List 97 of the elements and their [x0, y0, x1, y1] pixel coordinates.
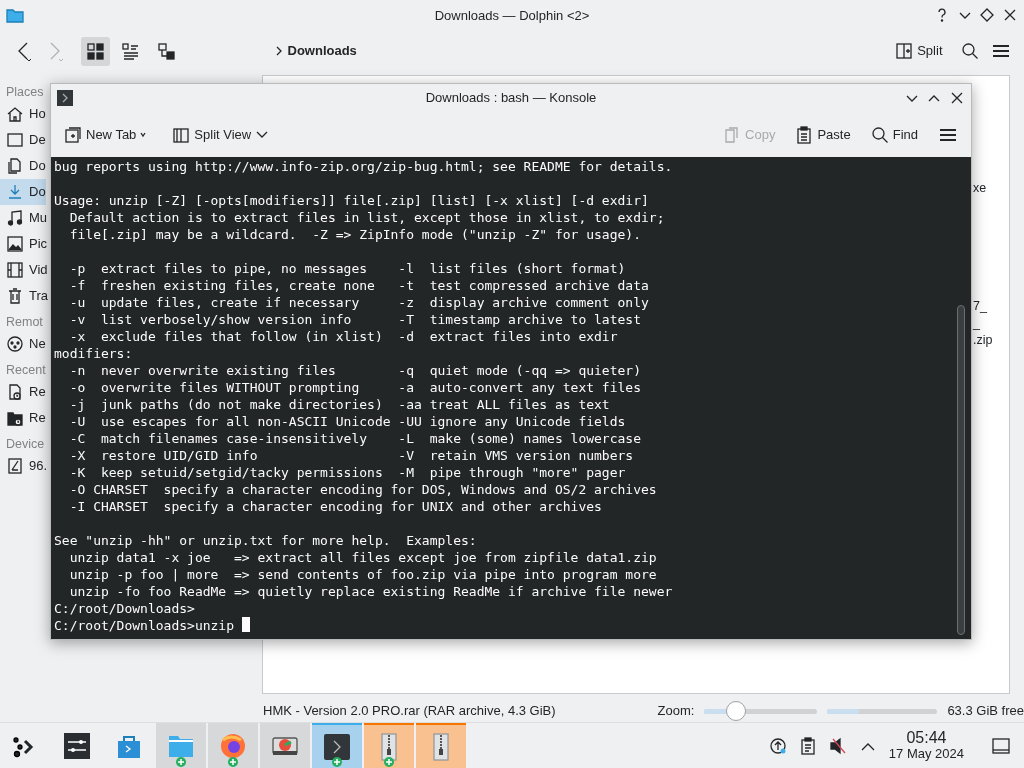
terminal-line: See "unzip -hh" or unzip.txt for more help. Examples: — [54, 532, 478, 549]
terminal-line: Usage: unzip [-Z] [-opts[modifiers]] file[.zip] [list] [-x xlist] [-d exdir] — [54, 192, 650, 209]
menu-icon — [991, 42, 1011, 60]
sidebar-item[interactable]: Pic — [0, 231, 48, 257]
icons-view-icon — [85, 41, 105, 61]
sidebar-item[interactable]: Re — [0, 379, 46, 405]
file-name: 7_ — [973, 298, 987, 315]
sidebar-item[interactable]: Mu — [0, 205, 48, 231]
section-heading: Recent — [5, 362, 47, 379]
taskbar-item[interactable] — [260, 723, 310, 768]
file-name: xe — [973, 180, 987, 197]
desktop-icon — [6, 131, 24, 149]
new-tab-button[interactable]: New Tab — [61, 121, 150, 148]
file-name: .zip — [973, 332, 993, 349]
terminal-line: modifiers: — [54, 345, 134, 362]
find-button[interactable]: Find — [867, 121, 921, 148]
section-heading: Device — [5, 436, 46, 453]
split-button[interactable]: Split — [892, 38, 946, 64]
terminal-line: C:/root/Downloads> — [54, 600, 196, 617]
sidebar-item[interactable]: Tra — [0, 283, 49, 309]
slider-handle[interactable] — [725, 701, 746, 721]
zoom-slider[interactable] — [704, 701, 817, 721]
scrollbar[interactable] — [957, 305, 965, 635]
network-icon — [6, 335, 24, 353]
status-text: HMK - Version 2.0 PRO.rar (RAR archive, 4.3 GiB) — [263, 702, 556, 721]
trash-icon — [6, 287, 24, 305]
sidebar-item[interactable]: Do — [0, 179, 46, 205]
sidebar-item[interactable]: Re — [0, 405, 46, 431]
muted-speaker-icon[interactable] — [828, 736, 847, 755]
terminal-line: file[.zip] may be a wildcard. -Z => ZipInfo mode ("unzip -Z" for usage). — [68, 226, 642, 243]
terminal-line: -C match filenames case-insensitively -L make (some) names lowercase — [68, 430, 642, 447]
terminal-line: -x exclude files that follow (in xlist) -d extract files into exdir — [68, 328, 619, 345]
dropdown-icon — [140, 131, 147, 138]
terminal-line: -f freshen existing files, create none -t test compressed archive data — [68, 277, 650, 294]
music-icon — [6, 209, 24, 227]
window-title: Downloads — Dolphin <2> — [434, 7, 590, 25]
breadcrumb-button[interactable]: Downloads — [270, 38, 360, 64]
zoom-label: Zoom: — [657, 702, 695, 721]
search-icon — [961, 42, 979, 60]
sidebar-item[interactable]: Vid — [0, 257, 48, 283]
split-view-icon — [172, 125, 191, 144]
sliders-icon — [63, 731, 91, 760]
terminal-line: -I CHARSET specify a character encoding for UNIX and other archives — [68, 498, 603, 515]
documents-icon — [6, 157, 24, 175]
clock[interactable]: 05:44 17 May 2024 — [888, 730, 964, 761]
terminal-line: -u update files, create if necessary -z display archive comment only — [68, 294, 650, 311]
sidebar-item[interactable]: De — [0, 127, 46, 153]
taskbar-item[interactable] — [312, 723, 362, 768]
paste-button[interactable]: Paste — [792, 121, 854, 148]
update-icon[interactable] — [768, 736, 787, 755]
recent-folder-icon — [6, 409, 24, 427]
drive-icon — [6, 457, 24, 475]
terminal-line: unzip -p foo | more => send contents of foo.zip via pipe into program more — [68, 566, 658, 583]
maximize-icon[interactable] — [979, 7, 995, 23]
chevron-down-icon — [255, 129, 270, 140]
terminal-line: -K keep setuid/setgid/tacky permissions -M pipe through "more" pager — [68, 464, 627, 481]
globe-icon — [219, 731, 247, 760]
sidebar-item[interactable]: 96. — [0, 453, 48, 479]
recent-file-icon — [6, 383, 24, 401]
compact-view-icon — [156, 41, 176, 61]
sidebar-item[interactable]: Ho — [0, 101, 46, 127]
sidebar-item[interactable]: Ne — [0, 331, 46, 357]
terminal-line: C:/root/Downloads>unzip — [54, 617, 971, 634]
section-heading: Places — [5, 84, 45, 101]
clipboard-icon[interactable] — [799, 736, 816, 755]
terminal-line: unzip data1 -x joe => extract all files except joe from zipfile data1.zip — [68, 549, 658, 566]
home-icon — [6, 105, 24, 123]
terminal-line: Default action is to extract files in list, except those in xlist, to exdir; — [68, 209, 666, 226]
terminal-icon — [57, 90, 73, 106]
window-title: Downloads : bash — Konsole — [425, 89, 597, 107]
file-name: _ — [973, 315, 980, 332]
terminal-line: -X restore UID/GID info -V retain VMS version numbers — [68, 447, 635, 464]
free-space-text: 63.3 GiB free — [947, 702, 1024, 721]
split-view-button[interactable]: Split View — [169, 121, 273, 148]
terminal-line: -p extract files to pipe, no messages -l list files (short format) — [68, 260, 627, 277]
download-icon — [6, 183, 24, 201]
new-tab-icon — [64, 125, 82, 144]
terminal-line: -O CHARSET specify a character encoding for DOS, Windows and OS/2 archives — [68, 481, 658, 498]
paste-icon — [795, 125, 814, 144]
folder-icon — [6, 7, 24, 23]
terminal-line: -j junk paths (do not make directories) -aa treat ALL files as text — [68, 396, 611, 413]
pictures-icon — [6, 235, 24, 253]
icons-view-button[interactable] — [80, 36, 110, 66]
split-icon — [895, 42, 914, 60]
terminal-icon — [323, 732, 351, 761]
terminal-line: -U use escapes for all non-ASCII Unicode -UU ignore any Unicode fields — [68, 413, 627, 430]
section-heading: Remot — [5, 314, 44, 331]
terminal-line: bug reports using http://www.info-zip.org/zip-bug.html; see README for details. — [54, 158, 674, 175]
sidebar-item[interactable]: Do — [0, 153, 46, 179]
terminal-line: unzip -fo foo ReadMe => quietly replace existing ReadMe if archive file newer — [68, 583, 674, 600]
terminal-line: -v list verbosely/show version info -T timestamp archive to latest — [68, 311, 642, 328]
details-view-icon — [121, 41, 140, 61]
terminal-line: -n never overwrite existing files -q quiet mode (-qq => quieter) — [68, 362, 642, 379]
terminal-line: -o overwrite files WITHOUT prompting -a auto-convert any text files — [68, 379, 642, 396]
video-icon — [6, 261, 24, 279]
search-icon — [870, 125, 889, 144]
show-desktop-icon[interactable] — [991, 736, 1011, 755]
